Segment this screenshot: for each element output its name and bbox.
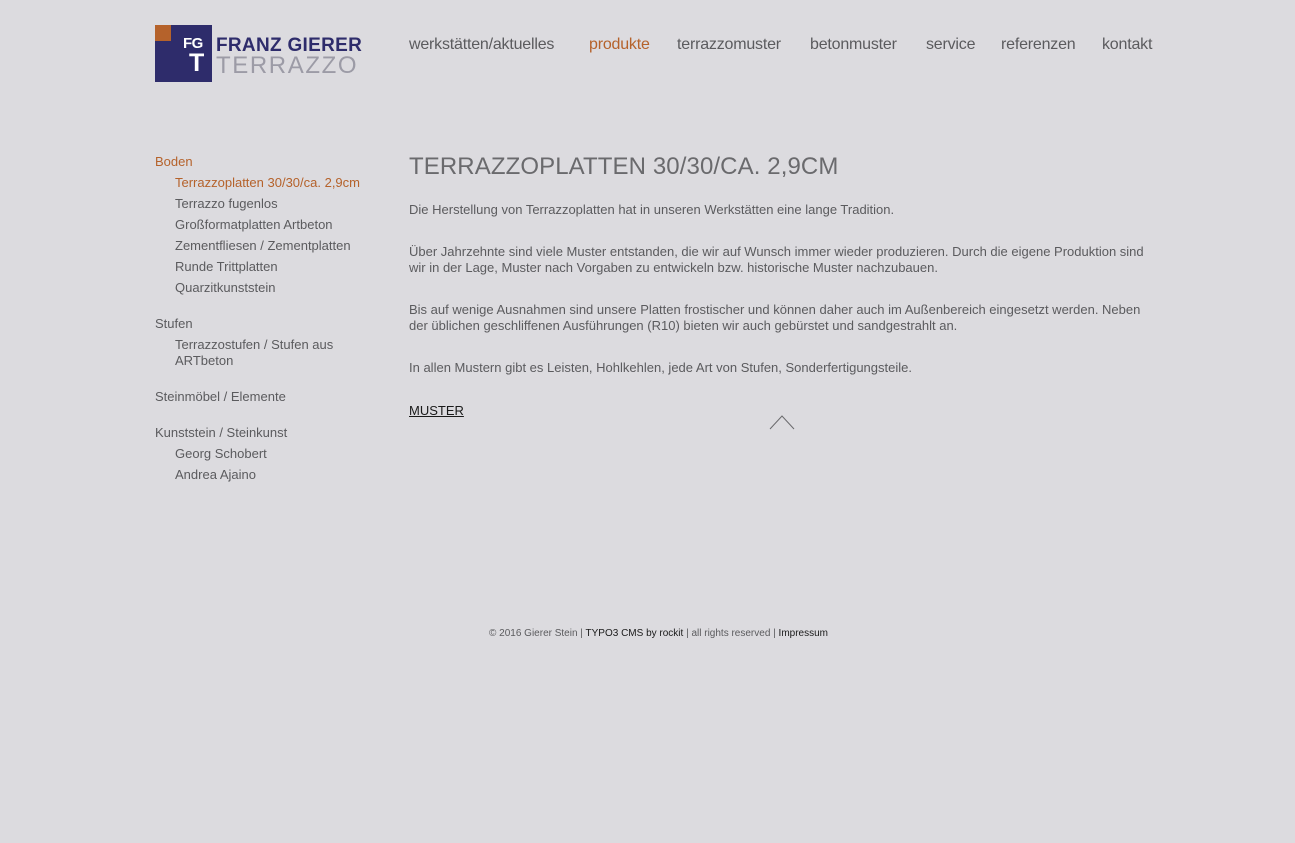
sidebar: Boden Terrazzoplatten 30/30/ca. 2,9cm Te… (155, 154, 385, 503)
nav-werkstaetten[interactable]: werkstätten/aktuelles (409, 36, 554, 54)
sidebar-item[interactable]: Zementfliesen / Zementplatten (155, 238, 385, 254)
nav-service[interactable]: service (926, 36, 975, 54)
footer-impressum-link[interactable]: Impressum (779, 628, 828, 639)
sidebar-group-label[interactable]: Kunststein / Steinkunst (155, 425, 385, 441)
footer-cms-link[interactable]: TYPO3 CMS by rockit (586, 628, 684, 639)
main-nav: werkstätten/aktuelles produkte terrazzom… (0, 36, 1295, 60)
sidebar-group-label[interactable]: Boden (155, 154, 385, 170)
nav-betonmuster[interactable]: betonmuster (810, 36, 897, 54)
page-title: TERRAZZOPLATTEN 30/30/CA. 2,9CM (409, 153, 839, 180)
muster-link[interactable]: MUSTER (409, 403, 464, 418)
sidebar-item[interactable]: Terrazzo fugenlos (155, 196, 385, 212)
nav-referenzen[interactable]: referenzen (1001, 36, 1076, 54)
sidebar-group-steinmoebel: Steinmöbel / Elemente (155, 389, 385, 405)
sidebar-group-label[interactable]: Steinmöbel / Elemente (155, 389, 385, 405)
sidebar-item[interactable]: Runde Trittplatten (155, 259, 385, 275)
paragraph: Die Herstellung von Terrazzoplatten hat … (409, 202, 895, 217)
sidebar-group-stufen: Stufen Terrazzostufen / Stufen aus ARTbe… (155, 316, 385, 369)
main-content: TERRAZZOPLATTEN 30/30/CA. 2,9CM Die Hers… (409, 152, 1149, 420)
footer-copyright: © 2016 Gierer Stein | (489, 628, 586, 639)
paragraph: Über Jahrzehnte sind viele Muster entsta… (409, 244, 1144, 275)
sidebar-item[interactable]: Terrazzoplatten 30/30/ca. 2,9cm (155, 175, 385, 191)
sidebar-group-boden: Boden Terrazzoplatten 30/30/ca. 2,9cm Te… (155, 154, 385, 296)
nav-produkte[interactable]: produkte (589, 36, 650, 54)
paragraph: Bis auf wenige Ausnahmen sind unsere Pla… (409, 302, 1141, 333)
sidebar-group-label[interactable]: Stufen (155, 316, 385, 332)
sidebar-item[interactable]: Terrazzostufen / Stufen aus ARTbeton (155, 337, 345, 369)
sidebar-item[interactable]: Quarzitkunststein (155, 280, 385, 296)
paragraph: In allen Mustern gibt es Leisten, Hohlke… (409, 360, 912, 375)
chevron-up-icon[interactable] (769, 414, 795, 430)
sidebar-group-kunststein: Kunststein / Steinkunst Georg Schobert A… (155, 425, 385, 483)
footer-rights: | all rights reserved | (683, 628, 779, 639)
sidebar-item[interactable]: Georg Schobert (155, 446, 385, 462)
nav-kontakt[interactable]: kontakt (1102, 36, 1152, 54)
sidebar-item[interactable]: Andrea Ajaino (155, 467, 385, 483)
nav-terrazzomuster[interactable]: terrazzomuster (677, 36, 781, 54)
sidebar-item[interactable]: Großformatplatten Artbeton (155, 217, 385, 233)
